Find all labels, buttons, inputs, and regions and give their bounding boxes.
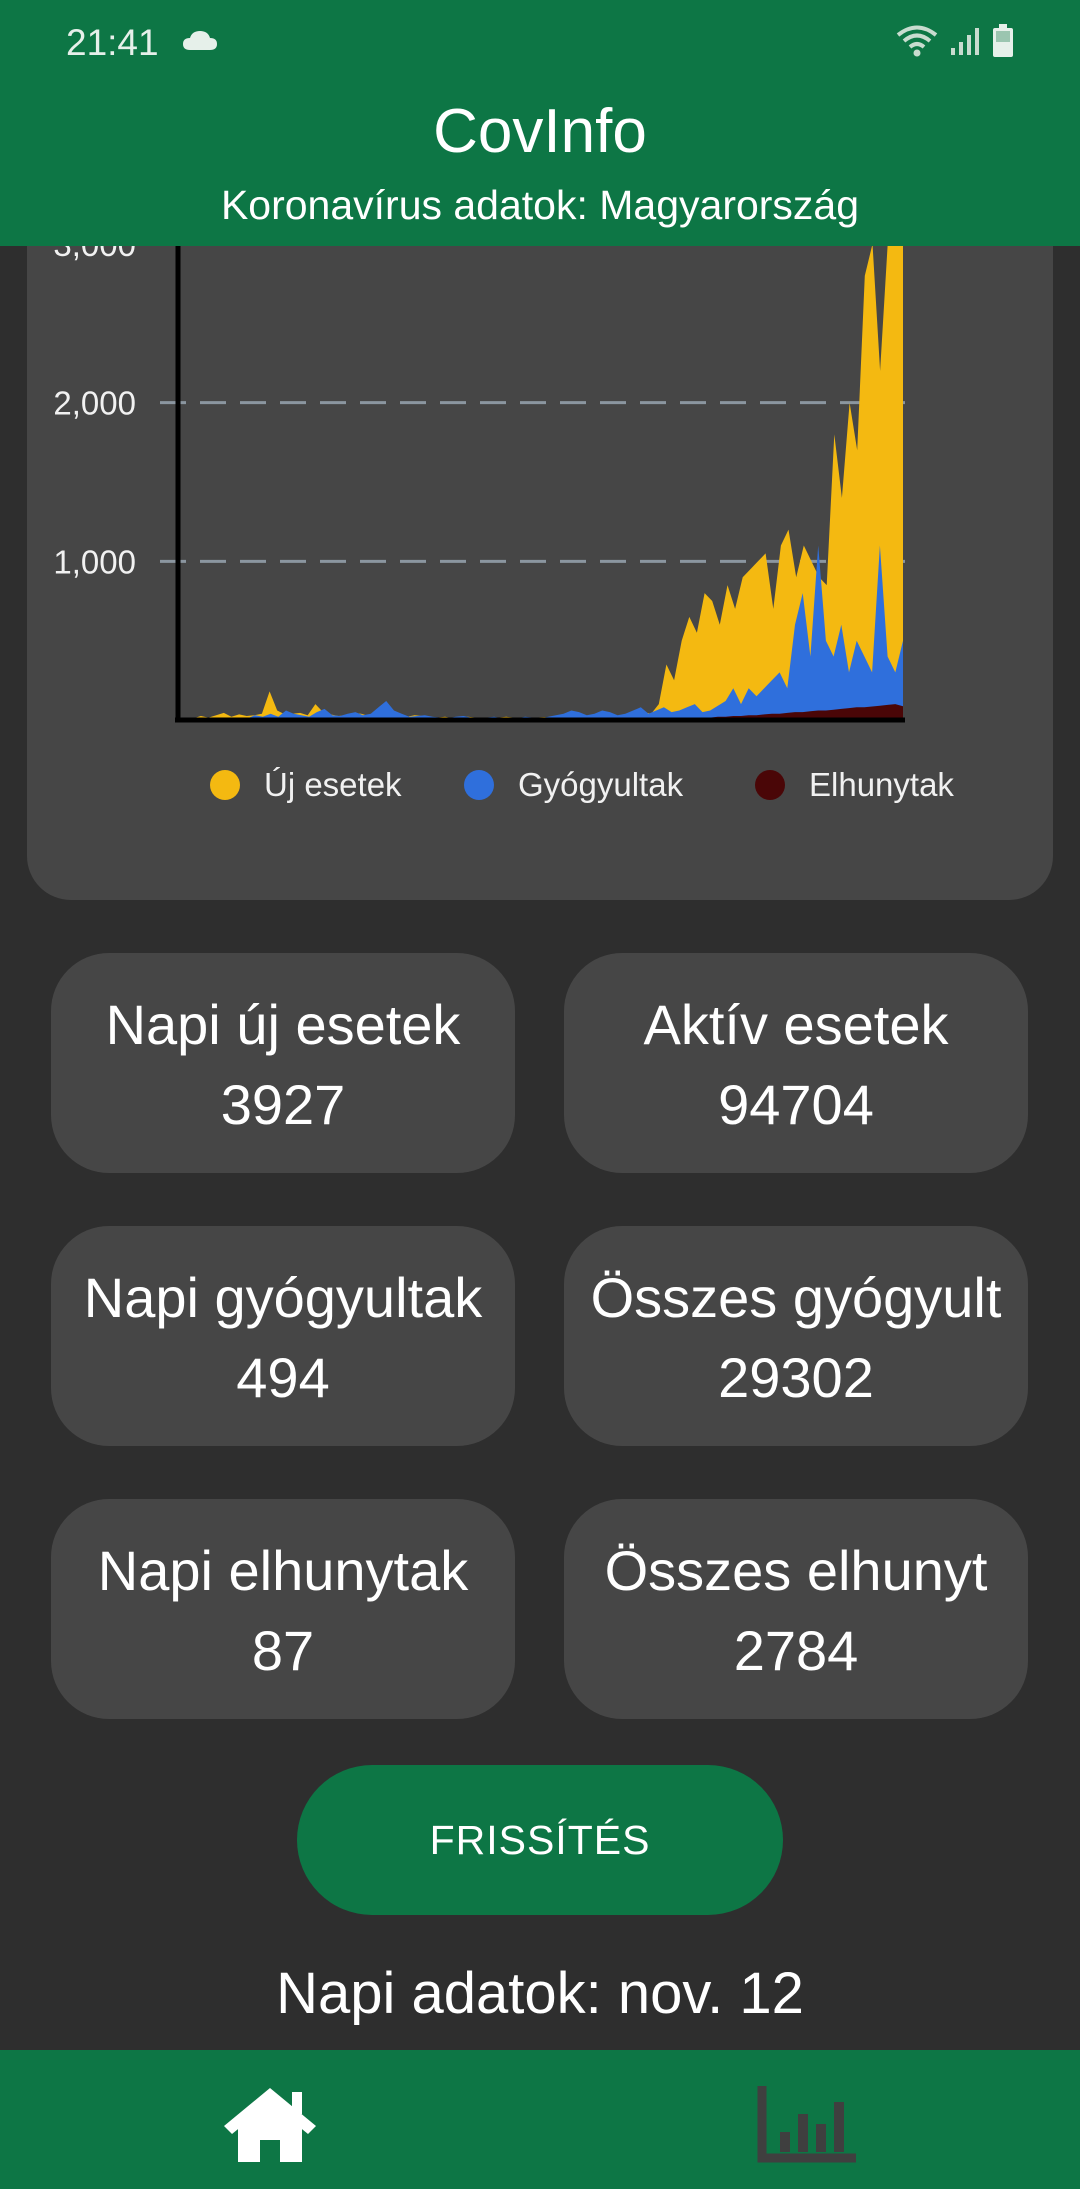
cloud-icon xyxy=(182,30,218,57)
stat-card-total-recovered: Összes gyógyult 29302 xyxy=(564,1226,1028,1446)
stat-card-active-cases: Aktív esetek 94704 xyxy=(564,953,1028,1173)
stat-value: 3927 xyxy=(220,1073,346,1136)
legend-label-recovered: Gyógyultak xyxy=(518,766,684,803)
legend-dot-new-cases xyxy=(210,770,240,800)
stat-card-daily-new-cases: Napi új esetek 3927 xyxy=(51,953,515,1173)
daily-data-date: Napi adatok: nov. 12 xyxy=(276,1961,804,2026)
bar-chart-icon[interactable] xyxy=(756,2084,860,2169)
signal-icon xyxy=(950,26,980,61)
bottom-navigation xyxy=(0,2050,1080,2189)
app-bar: 21:41 CovInfo Koronavírus adatok: Magyar… xyxy=(0,0,1080,246)
app-screen: 21:41 CovInfo Koronavírus adatok: Magyar… xyxy=(0,0,1080,2189)
y-tick-label: 2,000 xyxy=(53,385,136,422)
legend-dot-recovered xyxy=(464,770,494,800)
stat-label: Aktív esetek xyxy=(643,993,949,1056)
home-icon[interactable] xyxy=(220,2084,320,2169)
legend-item-new-cases: Új esetek xyxy=(210,766,402,804)
legend-label-deaths: Elhunytak xyxy=(809,766,954,803)
legend-dot-deaths xyxy=(755,770,785,800)
stat-label: Összes gyógyult xyxy=(590,1266,1002,1329)
y-tick-label: 1,000 xyxy=(53,543,136,580)
battery-icon xyxy=(992,24,1014,63)
stat-value: 2784 xyxy=(733,1619,859,1682)
legend-item-deaths: Elhunytak xyxy=(755,766,954,804)
app-title: CovInfo xyxy=(433,97,647,166)
app-subtitle: Koronavírus adatok: Magyarország xyxy=(220,182,860,228)
stat-card-total-deaths: Összes elhunyt 2784 xyxy=(564,1499,1028,1719)
stat-value: 29302 xyxy=(718,1346,874,1409)
chart-legend: Új esetek Gyógyultak Elhunytak xyxy=(0,766,1080,810)
status-time: 21:41 xyxy=(66,22,159,63)
stat-value: 87 xyxy=(251,1619,315,1682)
stat-card-daily-deaths: Napi elhunytak 87 xyxy=(51,1499,515,1719)
stat-label: Összes elhunyt xyxy=(604,1539,988,1602)
status-icons xyxy=(896,24,1014,63)
wifi-icon xyxy=(896,24,938,63)
stat-card-daily-recovered: Napi gyógyultak 494 xyxy=(51,1226,515,1446)
stat-label: Napi elhunytak xyxy=(97,1539,469,1602)
legend-label-new-cases: Új esetek xyxy=(264,766,402,803)
stat-value: 94704 xyxy=(718,1073,874,1136)
stat-value: 494 xyxy=(236,1346,330,1409)
legend-item-recovered: Gyógyultak xyxy=(464,766,683,804)
stat-label: Napi gyógyultak xyxy=(83,1266,483,1329)
refresh-button[interactable]: FRISSÍTÉS xyxy=(297,1765,783,1915)
stat-label: Napi új esetek xyxy=(105,993,461,1056)
